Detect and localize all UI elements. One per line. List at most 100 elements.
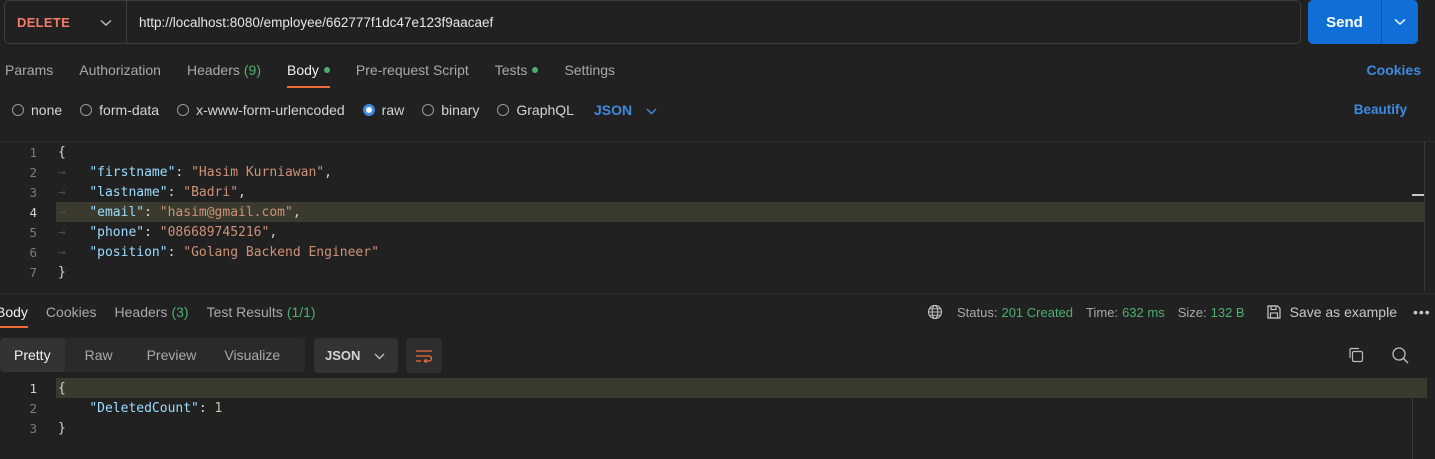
- body-language-select[interactable]: JSON: [594, 102, 657, 118]
- json-value: "Badri": [183, 184, 239, 200]
- radio-x-www-form-urlencoded[interactable]: x-www-form-urlencoded: [177, 102, 345, 118]
- copy-icon: [1349, 347, 1364, 363]
- save-as-example-button[interactable]: Save as example: [1266, 304, 1397, 320]
- line-number: 4: [29, 204, 37, 220]
- radio-form-data[interactable]: form-data: [80, 102, 159, 118]
- radio-circle-icon: [177, 104, 190, 116]
- url-input[interactable]: http://localhost:8080/employee/662777f1d…: [127, 15, 493, 30]
- tab-count: (1/1): [286, 304, 316, 320]
- save-icon: [1266, 305, 1281, 319]
- radio-circle-icon: [497, 104, 510, 116]
- send-button-group: Send: [1308, 0, 1418, 44]
- request-tabs: Params Authorization Headers (9) Body Pre…: [0, 52, 641, 88]
- chevron-down-icon: [374, 348, 385, 363]
- radio-circle-icon: [12, 104, 24, 116]
- code-line: 1{: [0, 142, 1435, 162]
- line-number: 3: [29, 184, 37, 200]
- response-status-bar: Status: 201 Created Time: 632 ms Size: 1…: [927, 302, 1431, 322]
- more-options-icon[interactable]: •••: [1413, 304, 1431, 320]
- request-url-bar: DELETE http://localhost:8080/employee/66…: [4, 0, 1301, 44]
- response-scrollbar[interactable]: [1412, 378, 1413, 459]
- radio-raw[interactable]: raw: [362, 102, 405, 118]
- tab-count: (3): [171, 304, 189, 320]
- radio-none[interactable]: none: [12, 102, 62, 118]
- line-number: 5: [29, 224, 37, 240]
- size-value[interactable]: 132 B: [1211, 305, 1245, 320]
- view-mode-visualize[interactable]: Visualize: [210, 338, 294, 372]
- copy-button[interactable]: [1347, 346, 1365, 367]
- code-text: }: [58, 264, 66, 280]
- json-value: "Golang Backend Engineer": [183, 244, 379, 260]
- method-select[interactable]: DELETE: [5, 1, 127, 43]
- view-mode-raw[interactable]: Raw: [65, 338, 133, 372]
- tab-params[interactable]: Params: [5, 52, 53, 88]
- time-value[interactable]: 632 ms: [1122, 305, 1165, 320]
- view-mode-preview[interactable]: Preview: [133, 338, 211, 372]
- editor-scrollbar[interactable]: [1424, 142, 1425, 291]
- tab-label: Test Results: [206, 304, 283, 320]
- view-mode-pretty[interactable]: Pretty: [0, 338, 65, 372]
- tab-headers[interactable]: Headers (9): [187, 52, 261, 88]
- line-number: 2: [29, 164, 37, 180]
- json-key: "position": [89, 244, 168, 260]
- radio-label: binary: [441, 102, 480, 118]
- tab-response-body[interactable]: Body: [0, 298, 28, 328]
- code-text: }: [58, 420, 66, 436]
- line-number: 6: [29, 244, 37, 260]
- method-label: DELETE: [17, 14, 71, 30]
- response-divider[interactable]: [0, 293, 1435, 294]
- tab-response-headers[interactable]: Headers (3): [115, 298, 189, 326]
- line-number: 1: [29, 144, 37, 160]
- code-line-highlighted: 1{: [0, 378, 1435, 398]
- wrap-lines-button[interactable]: [406, 338, 442, 373]
- cookies-link[interactable]: Cookies: [1367, 62, 1421, 78]
- tab-body[interactable]: Body: [287, 52, 330, 88]
- code-line-highlighted: 4 → "email": "hasim@gmail.com",: [0, 202, 1435, 222]
- json-key: "email": [89, 204, 145, 220]
- line-number: 3: [29, 420, 37, 436]
- chevron-down-icon: [646, 102, 657, 118]
- code-line: 2 "DeletedCount": 1: [0, 398, 1435, 418]
- code-line: 3 → "lastname": "Badri",: [0, 182, 1435, 202]
- search-button[interactable]: [1391, 346, 1409, 367]
- scrollbar-thumb[interactable]: [1412, 194, 1424, 196]
- chevron-down-icon: [1394, 18, 1406, 25]
- code-text: {: [58, 380, 66, 396]
- beautify-link[interactable]: Beautify: [1354, 102, 1407, 117]
- tab-pre-request-script[interactable]: Pre-request Script: [356, 52, 469, 88]
- radio-label: form-data: [99, 102, 160, 118]
- response-format-select[interactable]: JSON: [314, 338, 398, 373]
- radio-label: GraphQL: [516, 102, 574, 118]
- radio-circle-icon: [422, 104, 435, 116]
- line-number: 7: [29, 264, 37, 280]
- send-options-button[interactable]: [1382, 0, 1418, 44]
- tab-response-cookies[interactable]: Cookies: [46, 298, 97, 326]
- tab-label: Body: [0, 304, 28, 320]
- json-key: "lastname": [89, 184, 168, 200]
- radio-label: x-www-form-urlencoded: [196, 102, 345, 118]
- request-body-editor[interactable]: 1{ 2 → "firstname": "Hasim Kurniawan", 3 →…: [0, 141, 1435, 291]
- radio-binary[interactable]: binary: [422, 102, 479, 118]
- json-key: "DeletedCount": [89, 400, 199, 416]
- radio-graphql[interactable]: GraphQL: [497, 102, 574, 118]
- status-value[interactable]: 201 Created: [1001, 305, 1073, 320]
- json-value: "Hasim Kurniawan": [191, 164, 325, 180]
- tab-authorization[interactable]: Authorization: [79, 52, 161, 88]
- tab-label: Cookies: [45, 304, 97, 320]
- tab-settings[interactable]: Settings: [564, 52, 615, 88]
- tab-tests[interactable]: Tests: [495, 52, 539, 88]
- json-key: "phone": [89, 224, 145, 240]
- size-label: Size:: [1177, 304, 1207, 320]
- wrap-lines-icon: [416, 349, 433, 363]
- response-body-viewer[interactable]: 1{ 2 "DeletedCount": 1 3}: [0, 378, 1435, 459]
- tab-test-results[interactable]: Test Results (1/1): [207, 298, 316, 326]
- line-number: 2: [29, 400, 37, 416]
- radio-selected-icon: [362, 104, 375, 116]
- send-button[interactable]: Send: [1308, 0, 1382, 44]
- code-line: 6 → "position": "Golang Backend Engineer": [0, 242, 1435, 262]
- line-highlight: [56, 378, 1427, 398]
- code-line: 7}: [0, 262, 1435, 282]
- globe-icon[interactable]: [927, 304, 943, 320]
- status-dot-icon: [323, 67, 330, 73]
- radio-label: raw: [381, 102, 405, 118]
